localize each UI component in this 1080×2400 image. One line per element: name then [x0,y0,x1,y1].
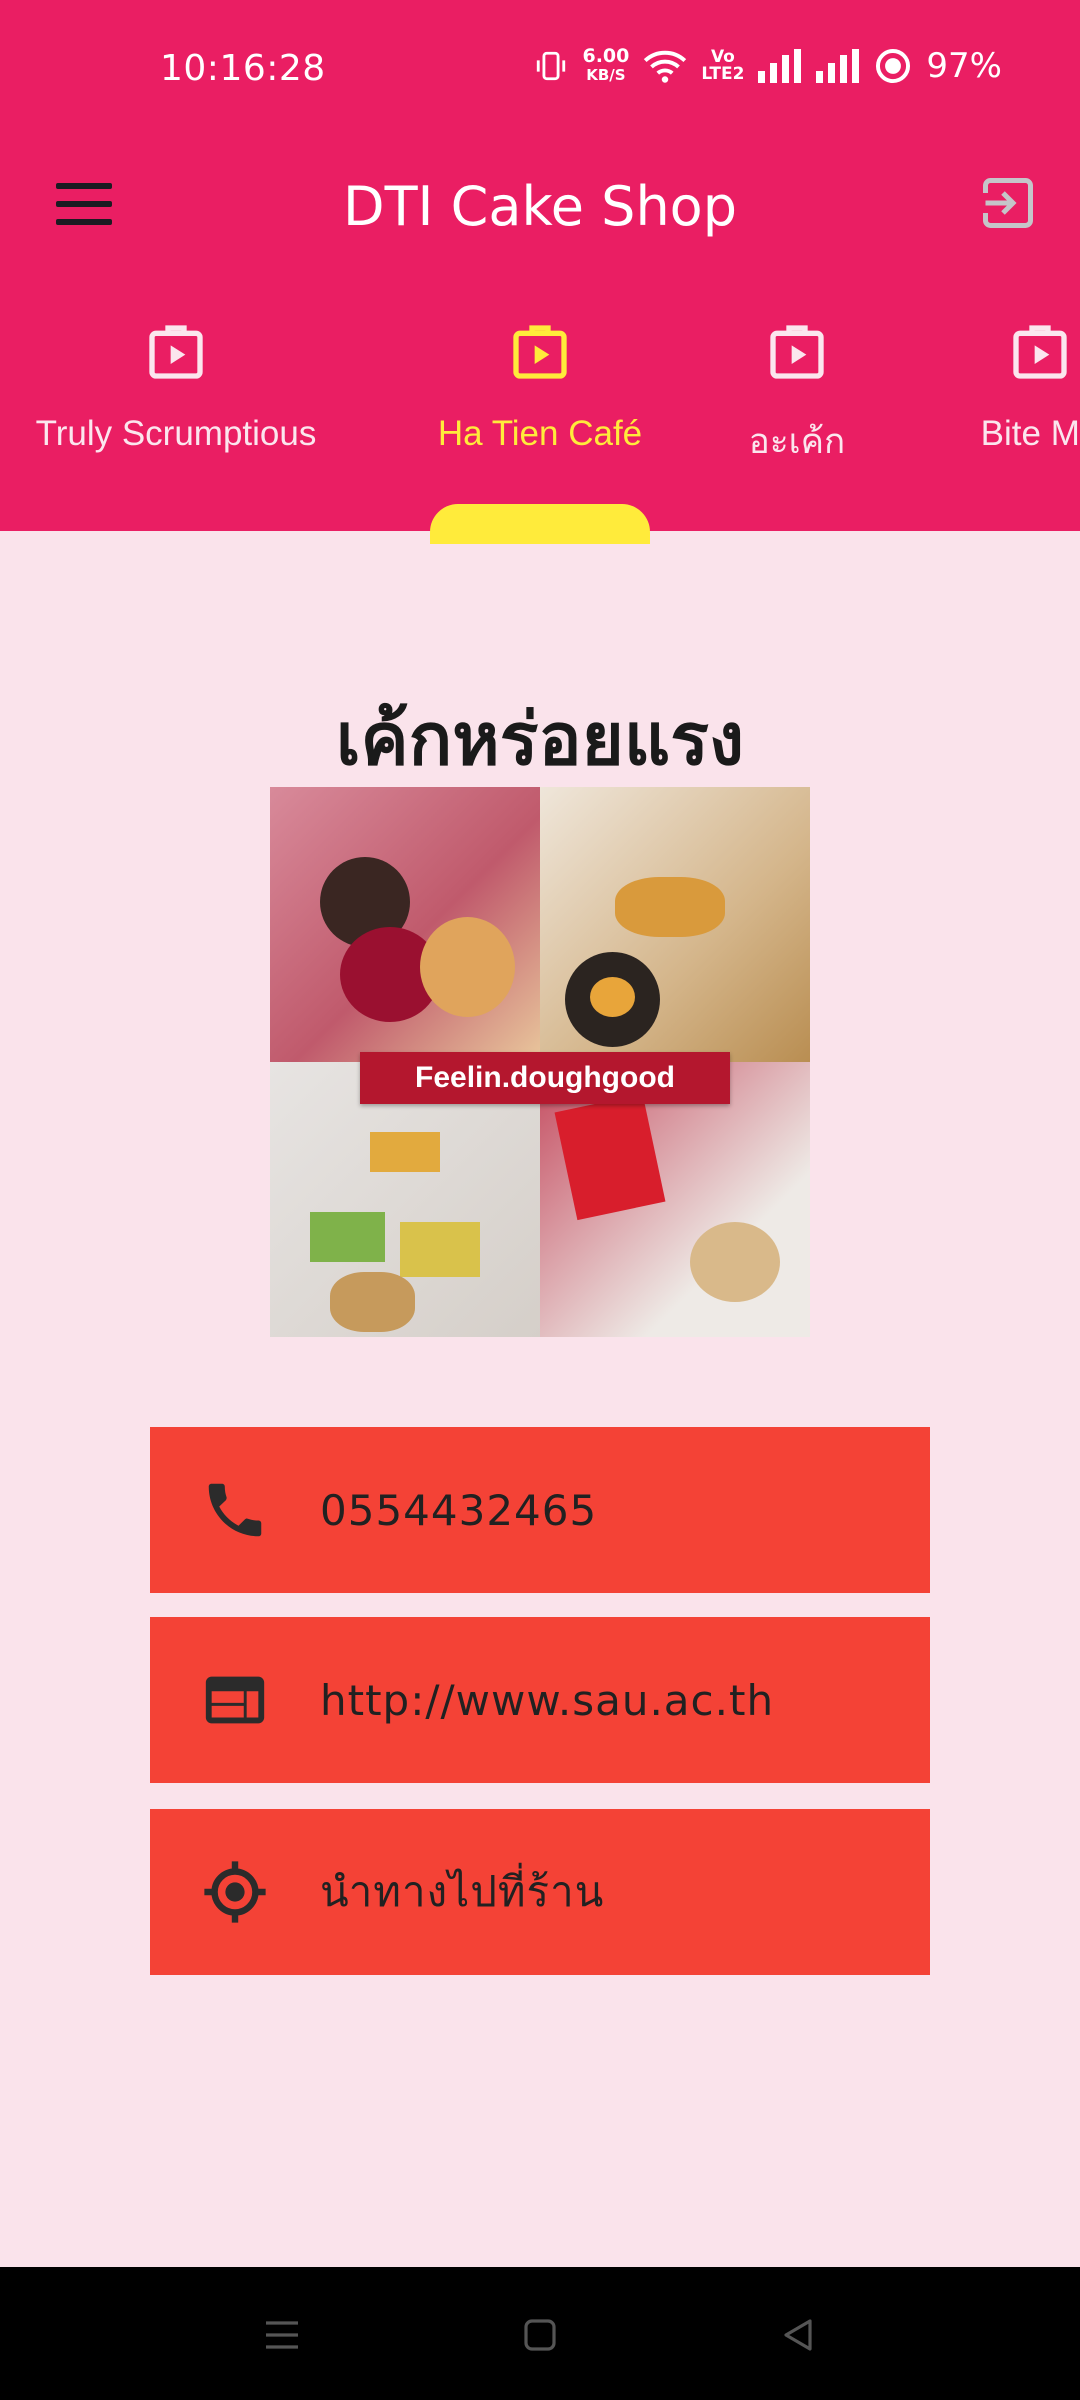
store-icon [513,325,567,379]
back-icon[interactable] [778,2315,818,2355]
battery-saver-icon [876,48,911,84]
website-button[interactable]: http://www.sau.ac.th [150,1617,930,1783]
vibrate-icon [537,51,566,81]
tab-ha-tien-cafe[interactable]: Ha Tien Café [412,300,668,531]
wifi-icon [644,50,687,83]
status-bar: 10:16:28 6.00 KB/S Vo LTE2 97% [0,0,1080,145]
website-url: http://www.sau.ac.th [320,1675,775,1725]
tab-bite-me[interactable]: Bite Me [940,300,1080,531]
signal-icon [758,49,802,83]
store-icon [149,325,203,379]
toolbar: DTI Cake Shop [0,145,1080,265]
shop-heading: เค้กหร่อยแรง [335,697,745,781]
store-icon [770,325,824,379]
store-icon [1013,325,1067,379]
call-button[interactable]: 0554432465 [150,1427,930,1593]
shop-tabs: Truly Scrumptious Ha Tien Café อะเค้ก Bi… [0,300,1080,531]
active-tab-indicator [430,504,650,544]
directions-button[interactable]: นำทางไปที่ร้าน [150,1809,930,1975]
status-icons: 6.00 KB/S Vo LTE2 97% [534,46,1002,86]
shop-photo: Feelin.doughgood [270,787,810,1337]
status-time: 10:16:28 [160,48,326,89]
home-icon[interactable] [520,2315,560,2355]
tab-label: Bite Me [980,414,1080,453]
phone-icon [208,1483,262,1537]
tab-truly-scrumptious[interactable]: Truly Scrumptious [0,300,352,531]
recents-icon[interactable] [262,2315,302,2355]
phone-number: 0554432465 [320,1485,598,1535]
directions-label: นำทางไปที่ร้าน [320,1867,605,1916]
tab-label: Truly Scrumptious [35,414,317,453]
tab-label: Ha Tien Café [437,414,643,453]
image-caption: Feelin.doughgood [360,1052,730,1104]
volte-indicator: Vo LTE2 [701,47,745,84]
tab-label: อะเค้ก [748,422,846,461]
logout-icon[interactable] [978,173,1038,233]
location-target-icon [204,1861,266,1923]
system-nav-bar [0,2267,1080,2400]
signal-icon [816,49,860,83]
network-speed: 6.00 KB/S [582,45,630,85]
battery-level: 97% [926,46,1002,86]
tab-a-cake[interactable]: อะเค้ก [722,300,872,531]
app-title: DTI Cake Shop [342,175,737,238]
web-icon [205,1676,265,1724]
app-bar: 10:16:28 6.00 KB/S Vo LTE2 97% DTI Cake … [0,0,1080,544]
